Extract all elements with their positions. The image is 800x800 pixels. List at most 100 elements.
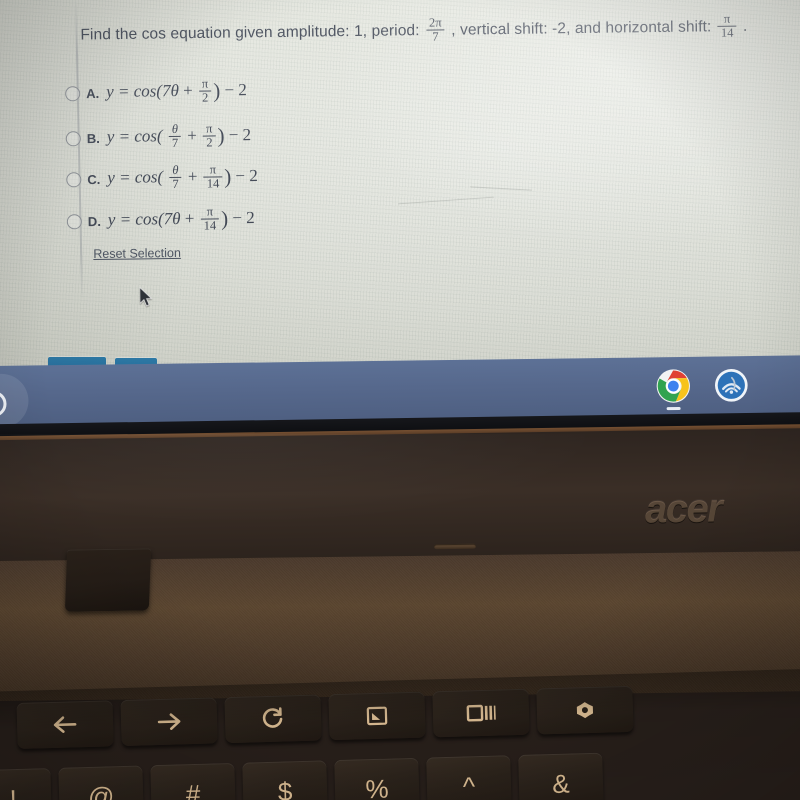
option-b-lhs: y = cos(: [106, 126, 163, 147]
answer-option-b[interactable]: B. y = cos( θ 7 + π 2 ) − 2: [65, 121, 252, 152]
key-fullscreen[interactable]: [328, 691, 426, 741]
option-d-lhs: y = cos(: [107, 209, 164, 229]
key-label: #: [185, 778, 201, 800]
key-label: !: [9, 783, 18, 800]
shift-numerator: π: [723, 11, 731, 26]
option-equation-a: y = cos(7θ + π 2 ) − 2: [106, 76, 247, 106]
option-c-arg-fraction: θ 7: [169, 162, 182, 191]
acer-brand-logo: acer: [644, 486, 722, 532]
chromebook-screen: Find the cos equation given amplitude: 1…: [0, 0, 800, 372]
period-numerator: 2π: [428, 15, 442, 30]
option-b-fraction: π 2: [203, 121, 216, 149]
key-reload[interactable]: [224, 694, 322, 744]
lid-hinge-stopper: [64, 548, 152, 612]
option-d-frac-num: π: [206, 204, 214, 219]
key-label: %: [365, 773, 390, 800]
period-denominator: 7: [426, 29, 445, 43]
option-c-frac-num: π: [209, 162, 217, 177]
option-c-arg-den: 7: [169, 176, 182, 191]
option-d-close-paren: ): [220, 206, 229, 231]
option-d-arg: 7θ: [163, 209, 181, 229]
option-a-fraction: π 2: [198, 76, 212, 104]
key-percent[interactable]: %: [334, 757, 420, 800]
chrome-icon[interactable]: [656, 369, 690, 403]
brightness-icon: [576, 702, 594, 719]
forward-arrow-icon: [157, 713, 181, 730]
option-b-arg-num: θ: [171, 121, 179, 136]
option-a-lhs: y = cos(: [106, 81, 163, 102]
option-c-tail: − 2: [235, 166, 258, 186]
option-b-tail: − 2: [228, 125, 252, 145]
option-letter-b: B.: [86, 130, 100, 146]
key-ampersand[interactable]: &: [518, 752, 604, 800]
key-forward[interactable]: [120, 697, 218, 747]
option-b-frac-den: 2: [203, 135, 216, 149]
key-hash[interactable]: #: [150, 762, 236, 800]
option-c-close-paren: ): [224, 164, 232, 189]
period-fraction: 2π 7: [426, 15, 445, 43]
option-a-plus: +: [182, 80, 193, 101]
shift-denominator: 14: [717, 25, 737, 40]
option-a-arg: 7θ: [161, 81, 179, 101]
option-equation-d: y = cos(7θ + π 14 ) − 2: [107, 204, 255, 234]
question-middle: , vertical shift: -2, and horizontal shi…: [451, 18, 712, 39]
reset-selection-link[interactable]: Reset Selection: [93, 246, 181, 261]
answer-option-a[interactable]: A. y = cos(7θ + π 2 ) − 2: [65, 76, 247, 107]
option-b-frac-num: π: [206, 121, 213, 136]
radio-button-b[interactable]: [65, 130, 81, 147]
quiz-content: Find the cos equation given amplitude: 1…: [0, 0, 800, 372]
radio-button-c[interactable]: [66, 171, 82, 188]
chrome-active-indicator: [666, 406, 681, 411]
back-arrow-icon: [53, 716, 77, 733]
key-label: $: [277, 775, 293, 800]
option-b-close-paren: ): [217, 123, 225, 148]
laptop-photo: Find the cos equation given amplitude: 1…: [0, 0, 800, 800]
option-c-lhs: y = cos(: [107, 167, 164, 188]
key-brightness[interactable]: [536, 685, 634, 735]
answer-option-c[interactable]: C. y = cos( θ 7 + π 14 ) − 2: [66, 162, 258, 193]
option-letter-d: D.: [87, 213, 101, 229]
option-c-fraction: π 14: [203, 162, 223, 190]
launcher-button[interactable]: [0, 373, 29, 426]
app-icon[interactable]: [714, 368, 748, 402]
option-letter-c: C.: [87, 171, 101, 187]
reload-icon: [262, 707, 283, 728]
key-dollar[interactable]: $: [242, 760, 328, 800]
horizontal-shift-fraction: π 14: [717, 11, 737, 40]
question-text: Find the cos equation given amplitude: 1…: [80, 11, 792, 49]
option-d-frac-den: 14: [200, 218, 220, 232]
option-b-plus: +: [187, 125, 198, 145]
option-b-arg-fraction: θ 7: [168, 121, 182, 150]
answer-option-d[interactable]: D. y = cos(7θ + π 14 ) − 2: [66, 204, 255, 235]
fullscreen-icon: [366, 706, 388, 726]
option-b-arg-den: 7: [168, 135, 182, 150]
key-exclamation[interactable]: !: [0, 768, 53, 800]
question-prefix: Find the cos equation given amplitude: 1…: [80, 22, 420, 44]
key-overview[interactable]: [432, 688, 530, 738]
option-a-frac-num: π: [201, 76, 209, 91]
key-label: ^: [462, 770, 476, 800]
option-c-frac-den: 14: [203, 176, 223, 190]
key-label: @: [87, 780, 115, 800]
option-c-plus: +: [187, 166, 198, 186]
key-at[interactable]: @: [58, 765, 144, 800]
option-letter-a: A.: [86, 85, 100, 101]
key-caret[interactable]: ^: [426, 755, 512, 800]
window-overview-icon: [466, 704, 496, 722]
mouse-pointer-arrow-icon: [139, 287, 153, 307]
question-suffix: .: [742, 17, 748, 35]
option-d-tail: − 2: [232, 208, 255, 228]
option-equation-c: y = cos( θ 7 + π 14 ) − 2: [107, 162, 258, 192]
radio-button-d[interactable]: [66, 213, 82, 230]
option-a-tail: − 2: [224, 80, 247, 100]
option-a-close-paren: ): [213, 78, 221, 103]
key-label: &: [551, 768, 571, 799]
key-back[interactable]: [16, 700, 114, 749]
option-d-plus: +: [184, 208, 195, 228]
option-equation-b: y = cos( θ 7 + π 2 ) − 2: [106, 121, 252, 151]
radio-button-a[interactable]: [65, 85, 81, 102]
status-slot: [433, 543, 477, 550]
option-c-arg-num: θ: [172, 162, 179, 177]
chromeos-launcher-circle-icon: [0, 390, 7, 418]
option-d-fraction: π 14: [200, 204, 220, 232]
